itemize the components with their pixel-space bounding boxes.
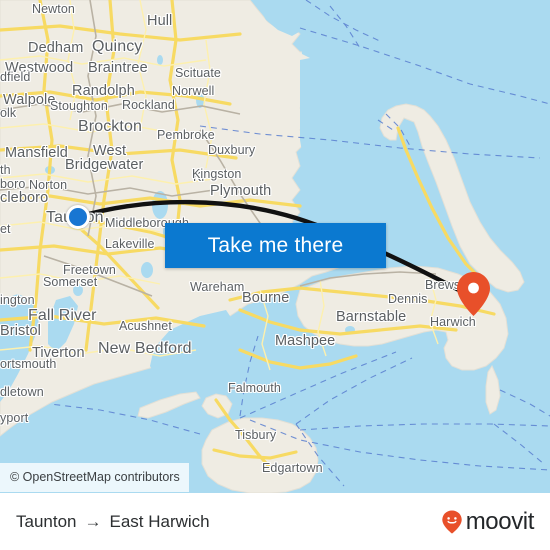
lake-pond-d [157,55,163,65]
moovit-pin-icon [442,510,462,533]
take-me-there-label: Take me there [207,233,344,257]
footer-bar: Taunton → East Harwich moovit [0,493,550,550]
map-screen: Newton Hull Dedham Quincy Westwood Braintree S… [0,0,550,550]
lake-pond-a [141,262,153,278]
destination-pin[interactable] [457,272,490,316]
map-canvas[interactable]: Newton Hull Dedham Quincy Westwood Braintree S… [0,0,550,493]
arrow-right-icon: → [84,511,102,531]
destination-pin-icon [457,272,490,316]
map-attribution[interactable]: © OpenStreetMap contributors [0,463,189,492]
moovit-logo[interactable]: moovit [439,508,534,536]
lake-pond-g [300,337,312,347]
route-origin-label: Taunton [16,511,77,531]
take-me-there-button[interactable]: Take me there [165,223,386,268]
lake-pond-b [73,284,83,296]
route-summary: Taunton → East Harwich [16,512,210,532]
moovit-wordmark: moovit [465,507,535,535]
origin-dot[interactable] [66,205,90,229]
route-destination-label: East Harwich [109,511,210,531]
